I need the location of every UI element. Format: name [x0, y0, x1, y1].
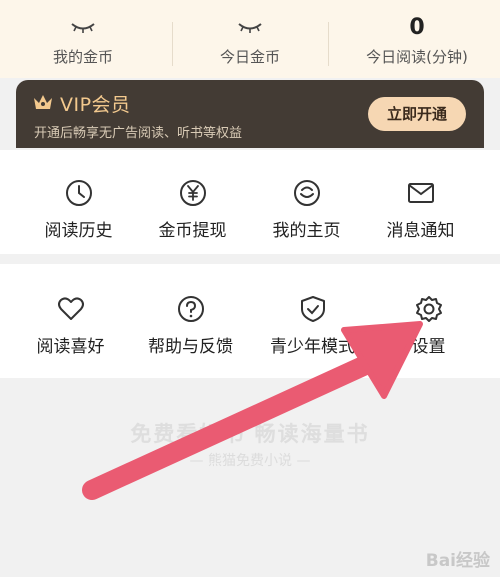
my-homepage-item[interactable]: 我的主页 [244, 178, 369, 241]
today-coins-label: 今日金币 [219, 48, 280, 66]
help-feedback-label: 帮助与反馈 [148, 337, 233, 357]
vip-title: VIP会员 [60, 94, 131, 116]
menu-row-1: 阅读历史 金币提现 我的主页 消息通知 [0, 150, 500, 254]
notifications-label: 消息通知 [386, 221, 455, 241]
today-reading-value: 0 [409, 15, 425, 40]
today-coins-stat[interactable]: 今日金币 [167, 0, 333, 78]
promo-brand: — 熊猫免费小说 — [189, 453, 311, 469]
watermark-logo: Bai经验 [425, 551, 490, 571]
promo-slogan: 免费看好书 畅读海量书 [130, 422, 370, 446]
help-feedback-item[interactable]: 帮助与反馈 [128, 294, 253, 357]
stats-header: 我的金币 今日金币 0 今日阅读(分钟) [0, 0, 500, 78]
vip-subtitle: 开通后畅享无广告阅读、听书等权益 [34, 126, 243, 141]
teen-mode-item[interactable]: 青少年模式 [250, 294, 375, 357]
yen-icon [179, 180, 206, 206]
shield-icon [300, 296, 325, 322]
coin-withdraw-label: 金币提现 [158, 221, 227, 241]
notifications-item[interactable]: 消息通知 [358, 178, 483, 241]
hidden-value-icon[interactable] [0, 14, 166, 42]
gear-icon [415, 296, 442, 322]
menu-row-2: 阅读喜好 帮助与反馈 青少年模式 设置 [0, 264, 500, 378]
reading-preference-item[interactable]: 阅读喜好 [8, 294, 133, 357]
reading-preference-label: 阅读喜好 [36, 337, 105, 357]
my-homepage-label: 我的主页 [272, 221, 341, 241]
settings-label: 设置 [411, 337, 446, 357]
divider [328, 22, 329, 66]
today-reading-stat[interactable]: 0 今日阅读(分钟) [334, 0, 500, 78]
mail-icon [407, 183, 434, 203]
help-icon [177, 296, 204, 322]
reading-history-item[interactable]: 阅读历史 [16, 178, 141, 241]
coin-withdraw-item[interactable]: 金币提现 [130, 178, 255, 241]
clock-icon [65, 180, 92, 206]
vip-banner[interactable]: VIP会员 开通后畅享无广告阅读、听书等权益 立即开通 [16, 80, 484, 148]
teen-mode-label: 青少年模式 [270, 337, 355, 357]
heart-icon [57, 297, 84, 320]
my-coins-label: 我的金币 [52, 48, 113, 66]
settings-item[interactable]: 设置 [366, 294, 491, 357]
reading-history-label: 阅读历史 [44, 221, 113, 241]
today-reading-label: 今日阅读(分钟) [366, 48, 468, 66]
crown-icon [34, 95, 52, 109]
hidden-value-icon[interactable] [167, 14, 333, 42]
homepage-icon [293, 180, 320, 206]
vip-open-button[interactable]: 立即开通 [368, 97, 466, 131]
my-coins-stat[interactable]: 我的金币 [0, 0, 166, 78]
